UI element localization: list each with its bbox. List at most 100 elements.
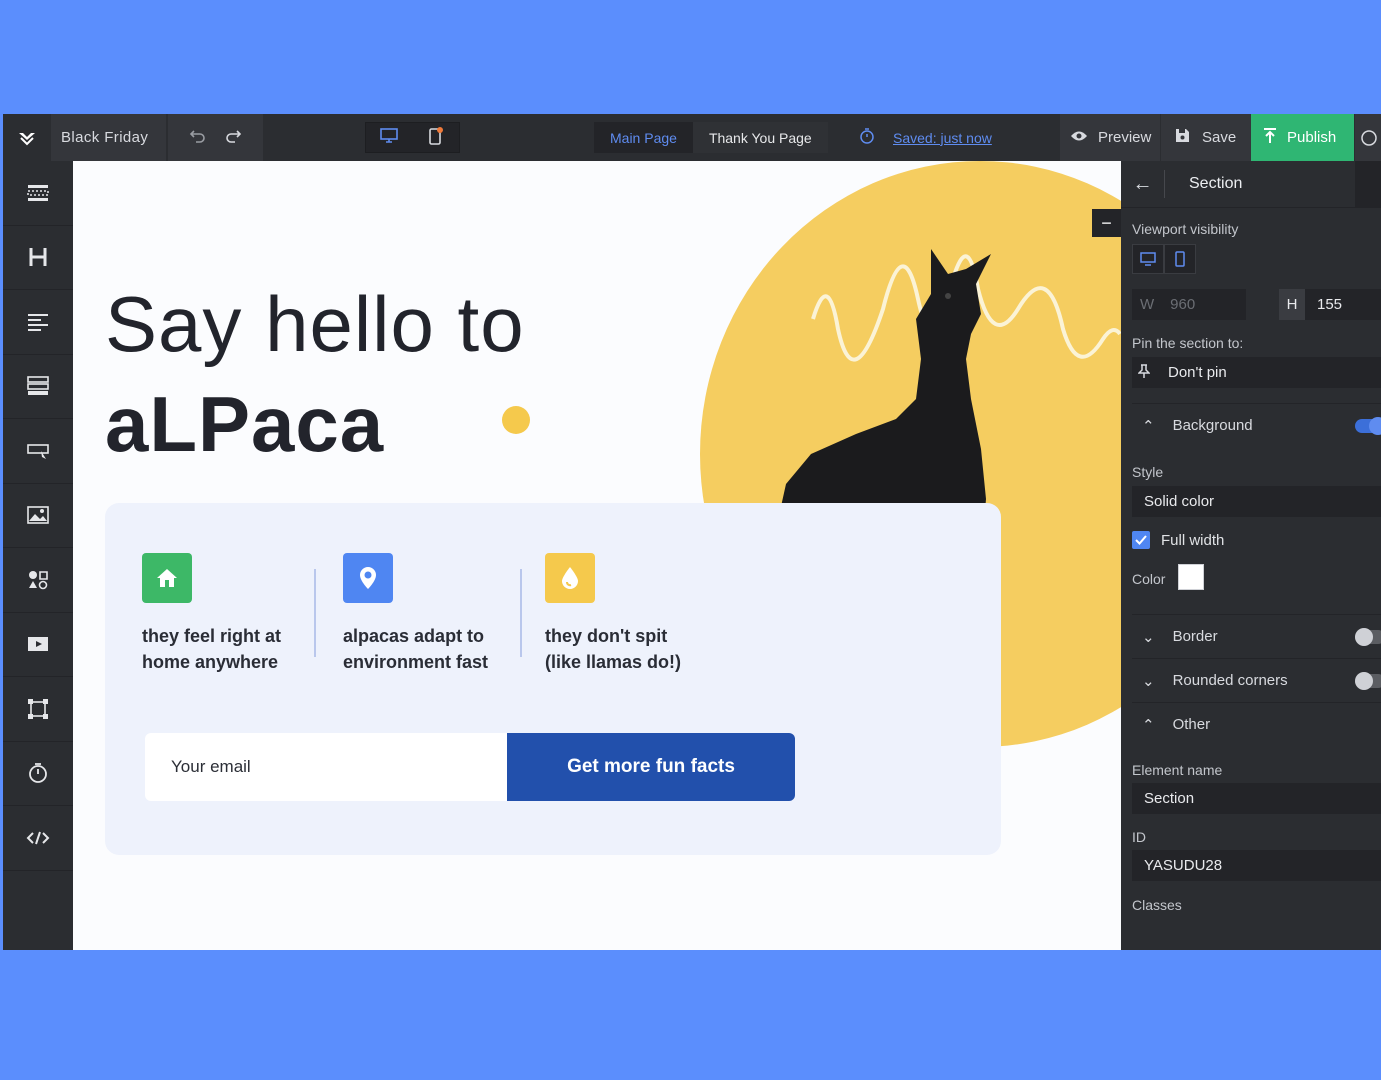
button-tool-icon[interactable] [3, 419, 73, 484]
properties-panel: ← Section Viewport visibility W 960 H 15… [1121, 161, 1381, 950]
other-section-toggle[interactable]: ⌃ Other [1132, 702, 1381, 746]
feature-item[interactable]: they don't spit (like llamas do!) [545, 553, 725, 675]
width-field[interactable]: W 960 [1132, 289, 1246, 320]
back-arrow-icon[interactable]: ← [1121, 170, 1165, 198]
timer-tool-icon[interactable] [3, 742, 73, 806]
border-section-toggle[interactable]: ⌄ Border [1132, 614, 1381, 658]
rounded-corners-section-toggle[interactable]: ⌄ Rounded corners [1132, 658, 1381, 702]
id-input[interactable]: YASUDU28 [1132, 850, 1381, 881]
collapse-button[interactable]: − [1092, 209, 1121, 237]
eye-icon [1070, 129, 1088, 146]
pin-icon [1137, 363, 1151, 382]
floppy-icon [1175, 128, 1190, 147]
desktop-icon[interactable] [379, 127, 399, 148]
desktop-visibility-icon[interactable] [1132, 244, 1164, 274]
tab-main-page[interactable]: Main Page [594, 122, 693, 153]
upload-icon [1263, 127, 1277, 148]
preview-label: Preview [1098, 129, 1152, 146]
publish-label: Publish [1287, 129, 1337, 146]
code-tool-icon[interactable] [3, 806, 73, 871]
decorative-dot [502, 406, 530, 434]
save-label: Save [1202, 129, 1237, 146]
clock-icon [859, 127, 875, 148]
other-label: Other [1172, 716, 1211, 733]
panel-title: Section [1189, 175, 1243, 192]
viewport-toggle [1132, 244, 1196, 274]
mobile-visibility-icon[interactable] [1164, 244, 1196, 274]
top-bar: Black Friday Main Page Thank You Page Sa… [3, 114, 1381, 161]
headline-line-1[interactable]: Say hello to [105, 279, 525, 370]
tab-thank-you-page[interactable]: Thank You Page [692, 122, 828, 153]
color-label: Color [1132, 571, 1166, 587]
preview-button[interactable]: Preview [1060, 114, 1160, 161]
rounded-corners-label: Rounded corners [1172, 672, 1288, 689]
headline-line-2[interactable]: aLPaca [105, 379, 384, 470]
save-status: Saved: just now [859, 114, 992, 161]
background-label: Background [1172, 417, 1253, 434]
heading-tool-icon[interactable] [3, 226, 73, 290]
feature-text: they don't spit (like llamas do!) [545, 623, 725, 675]
get-fun-facts-button[interactable]: Get more fun facts [507, 733, 795, 801]
classes-label: Classes [1132, 897, 1182, 913]
list-tool-icon[interactable] [3, 355, 73, 419]
border-switch[interactable] [1355, 628, 1381, 646]
undo-icon[interactable] [188, 129, 206, 147]
element-toolbar [3, 161, 73, 950]
text-tool-icon[interactable] [3, 290, 73, 355]
pin-value: Don't pin [1168, 364, 1227, 381]
style-label: Style [1132, 464, 1164, 480]
color-swatch[interactable] [1178, 564, 1204, 590]
rounded-corners-switch[interactable] [1355, 672, 1381, 690]
shapes-tool-icon[interactable] [3, 548, 73, 613]
saved-status-link[interactable]: Saved: just now [893, 130, 992, 146]
id-label: ID [1132, 829, 1146, 845]
publish-button[interactable]: Publish [1251, 114, 1354, 161]
box-tool-icon[interactable] [3, 677, 73, 742]
background-switch[interactable] [1355, 417, 1381, 435]
pin-select[interactable]: Don't pin [1132, 357, 1381, 388]
location-pin-icon [343, 553, 393, 603]
divider [520, 569, 522, 657]
pin-label: Pin the section to: [1132, 335, 1244, 351]
divider [314, 569, 316, 657]
panel-header: ← Section [1121, 161, 1381, 208]
redo-icon[interactable] [225, 129, 243, 147]
feature-line: environment fast [343, 652, 489, 672]
feature-line: home anywhere [142, 652, 279, 672]
image-tool-icon[interactable] [3, 484, 73, 548]
feature-panel[interactable]: they feel right at home anywhere alpacas… [105, 503, 1001, 855]
full-width-label: Full width [1161, 531, 1225, 549]
viewport-visibility-label: Viewport visibility [1132, 221, 1239, 237]
home-icon [142, 553, 192, 603]
background-section-toggle[interactable]: ⌃ Background [1132, 403, 1381, 447]
feature-item[interactable]: they feel right at home anywhere [142, 553, 322, 675]
width-label: W [1140, 296, 1155, 313]
feature-line: they feel right at [142, 626, 282, 646]
section-tool-icon[interactable] [3, 161, 73, 226]
email-input[interactable]: Your email [145, 733, 509, 801]
feature-item[interactable]: alpacas adapt to environment fast [343, 553, 523, 675]
chevron-down-icon: ⌄ [1142, 672, 1155, 690]
feature-line: alpacas adapt to [343, 626, 485, 646]
grid-icon[interactable] [1355, 161, 1381, 208]
height-field[interactable]: H 155 [1279, 289, 1381, 320]
save-button[interactable]: Save [1161, 114, 1251, 161]
device-switcher [365, 122, 460, 153]
page-canvas[interactable]: Say hello to aLPaca they feel right at h… [73, 161, 1121, 950]
chevron-up-icon: ⌃ [1142, 417, 1155, 435]
style-select[interactable]: Solid color [1132, 486, 1381, 517]
feature-text: they feel right at home anywhere [142, 623, 322, 675]
project-name[interactable]: Black Friday [51, 114, 166, 161]
mobile-icon[interactable] [426, 126, 446, 149]
full-width-option[interactable]: Full width [1132, 531, 1224, 549]
chevron-down-icon: ⌄ [1142, 628, 1155, 646]
help-icon[interactable] [1355, 114, 1381, 161]
history-controls [168, 114, 263, 161]
height-label: H [1279, 289, 1305, 320]
logo-icon[interactable] [3, 114, 51, 161]
element-name-input[interactable]: Section [1132, 783, 1381, 814]
checkbox-checked-icon[interactable] [1132, 531, 1150, 549]
video-tool-icon[interactable] [3, 613, 73, 677]
drop-icon [545, 553, 595, 603]
page-tabs: Main Page Thank You Page [594, 122, 828, 153]
